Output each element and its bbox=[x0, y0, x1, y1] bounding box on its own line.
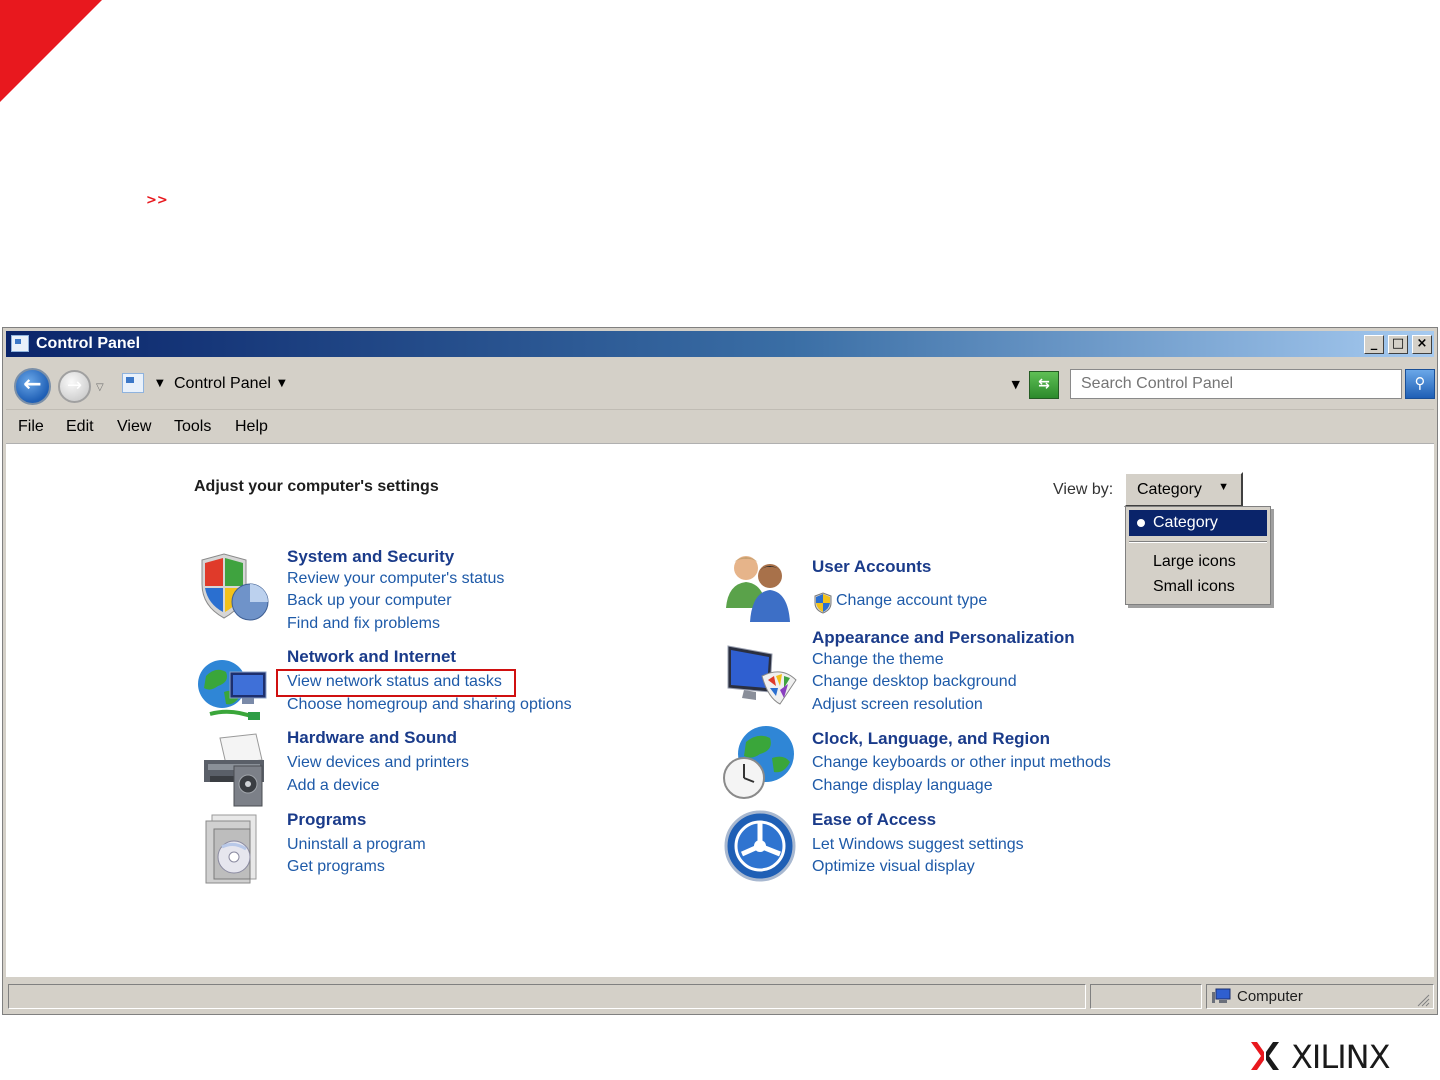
category-clock-language[interactable]: Clock, Language, and Region bbox=[812, 729, 1050, 749]
link-display-language[interactable]: Change display language bbox=[812, 777, 993, 795]
view-option-category[interactable]: Category bbox=[1129, 510, 1267, 536]
link-add-device[interactable]: Add a device bbox=[287, 777, 380, 795]
xilinx-mark-icon bbox=[1251, 1042, 1279, 1070]
printer-icon bbox=[204, 733, 264, 807]
link-change-account-type[interactable]: Change account type bbox=[836, 592, 987, 610]
computer-icon bbox=[1212, 988, 1231, 1003]
close-button[interactable]: × bbox=[1412, 335, 1432, 354]
forward-button[interactable]: → bbox=[58, 370, 91, 403]
link-uninstall-program[interactable]: Uninstall a program bbox=[287, 836, 426, 854]
category-system-security[interactable]: System and Security bbox=[287, 547, 454, 567]
slide: >> Control Panel _ □ × ← → ▽ ▼ Control P… bbox=[0, 0, 1440, 1080]
category-programs[interactable]: Programs bbox=[287, 810, 366, 830]
breadcrumb-dropdown-icon[interactable]: ▼ bbox=[278, 378, 286, 389]
monitor-palette-icon bbox=[727, 645, 797, 705]
title-bar[interactable]: Control Panel _ □ × bbox=[6, 331, 1434, 357]
menu-help[interactable]: Help bbox=[235, 418, 268, 436]
menu-bar: File Edit View Tools Help bbox=[6, 412, 1434, 442]
address-bar[interactable]: ▼ Control Panel ▼ ▼ bbox=[118, 369, 1026, 401]
recent-pages-dropdown[interactable]: ▽ bbox=[96, 382, 110, 394]
address-dropdown-icon[interactable]: ▼ bbox=[1012, 378, 1020, 391]
users-icon bbox=[726, 556, 790, 622]
menu-view[interactable]: View bbox=[117, 418, 151, 436]
view-by-label: View by: bbox=[1053, 481, 1114, 498]
link-get-programs[interactable]: Get programs bbox=[287, 858, 385, 876]
minimize-button[interactable]: _ bbox=[1364, 335, 1384, 354]
navigation-bar: ← → ▽ ▼ Control Panel ▼ ▼ ⇆ ⚲ bbox=[6, 360, 1435, 410]
menu-separator bbox=[1129, 541, 1267, 543]
chevron-down-icon: ▼ bbox=[1218, 481, 1229, 493]
window-title: Control Panel bbox=[36, 335, 141, 352]
view-option-large-icons[interactable]: Large icons bbox=[1129, 549, 1267, 575]
menu-file[interactable]: File bbox=[18, 418, 44, 436]
menu-edit[interactable]: Edit bbox=[66, 418, 94, 436]
link-keyboards-input[interactable]: Change keyboards or other input methods bbox=[812, 754, 1111, 772]
control-panel-icon bbox=[122, 373, 144, 393]
status-panel-main bbox=[8, 984, 1086, 1009]
highlight-annotation bbox=[276, 669, 516, 697]
link-windows-suggest[interactable]: Let Windows suggest settings bbox=[812, 836, 1024, 854]
back-button[interactable]: ← bbox=[14, 368, 51, 405]
control-panel-icon bbox=[11, 335, 29, 352]
view-option-label: Category bbox=[1153, 514, 1218, 531]
status-panel-location: Computer bbox=[1206, 984, 1434, 1009]
link-homegroup-sharing[interactable]: Choose homegroup and sharing options bbox=[287, 696, 572, 714]
category-appearance[interactable]: Appearance and Personalization bbox=[812, 628, 1075, 648]
logo-text: XILINX bbox=[1291, 1038, 1390, 1076]
link-review-status[interactable]: Review your computer's status bbox=[287, 570, 504, 588]
link-devices-printers[interactable]: View devices and printers bbox=[287, 754, 469, 772]
control-panel-window: Control Panel _ □ × ← → ▽ ▼ Control Pane… bbox=[2, 327, 1438, 1015]
search-box[interactable] bbox=[1070, 369, 1402, 399]
bullet-marker: >> bbox=[146, 193, 168, 208]
breadcrumb-control-panel[interactable]: Control Panel bbox=[174, 375, 271, 393]
link-desktop-background[interactable]: Change desktop background bbox=[812, 673, 1017, 691]
resize-grip-icon[interactable] bbox=[1414, 991, 1430, 1007]
status-location-text: Computer bbox=[1237, 988, 1303, 1005]
view-by-menu: Category Large icons Small icons bbox=[1125, 506, 1271, 605]
link-find-fix[interactable]: Find and fix problems bbox=[287, 615, 440, 633]
xilinx-logo: XILINX bbox=[1249, 1038, 1399, 1076]
search-icon[interactable]: ⚲ bbox=[1405, 369, 1435, 399]
ease-of-access-icon bbox=[724, 810, 796, 882]
link-optimize-visual[interactable]: Optimize visual display bbox=[812, 858, 975, 876]
link-change-theme[interactable]: Change the theme bbox=[812, 651, 944, 669]
shield-icon bbox=[201, 553, 269, 621]
page-heading: Adjust your computer's settings bbox=[194, 478, 439, 495]
uac-shield-icon bbox=[814, 592, 832, 614]
programs-icon bbox=[205, 814, 257, 884]
slide-corner-accent bbox=[0, 0, 102, 102]
view-option-small-icons[interactable]: Small icons bbox=[1129, 574, 1267, 600]
category-ease-of-access[interactable]: Ease of Access bbox=[812, 810, 936, 830]
globe-clock-icon bbox=[723, 726, 794, 799]
category-hardware-sound[interactable]: Hardware and Sound bbox=[287, 728, 457, 748]
selected-dot-icon bbox=[1137, 519, 1145, 527]
status-panel-middle bbox=[1090, 984, 1202, 1009]
search-input[interactable] bbox=[1071, 370, 1401, 398]
link-screen-resolution[interactable]: Adjust screen resolution bbox=[812, 696, 983, 714]
status-bar: Computer bbox=[6, 981, 1434, 1011]
link-back-up[interactable]: Back up your computer bbox=[287, 592, 452, 610]
content-area: Adjust your computer's settings View by:… bbox=[6, 443, 1434, 977]
category-network-internet[interactable]: Network and Internet bbox=[287, 647, 456, 667]
menu-tools[interactable]: Tools bbox=[174, 418, 211, 436]
refresh-button[interactable]: ⇆ bbox=[1029, 371, 1059, 399]
chevron-down-icon[interactable]: ▼ bbox=[156, 378, 164, 389]
view-by-value: Category bbox=[1137, 481, 1202, 498]
category-user-accounts[interactable]: User Accounts bbox=[812, 557, 931, 577]
network-globe-icon bbox=[198, 660, 267, 720]
maximize-button[interactable]: □ bbox=[1388, 335, 1408, 354]
view-by-dropdown[interactable]: Category ▼ bbox=[1124, 472, 1243, 507]
